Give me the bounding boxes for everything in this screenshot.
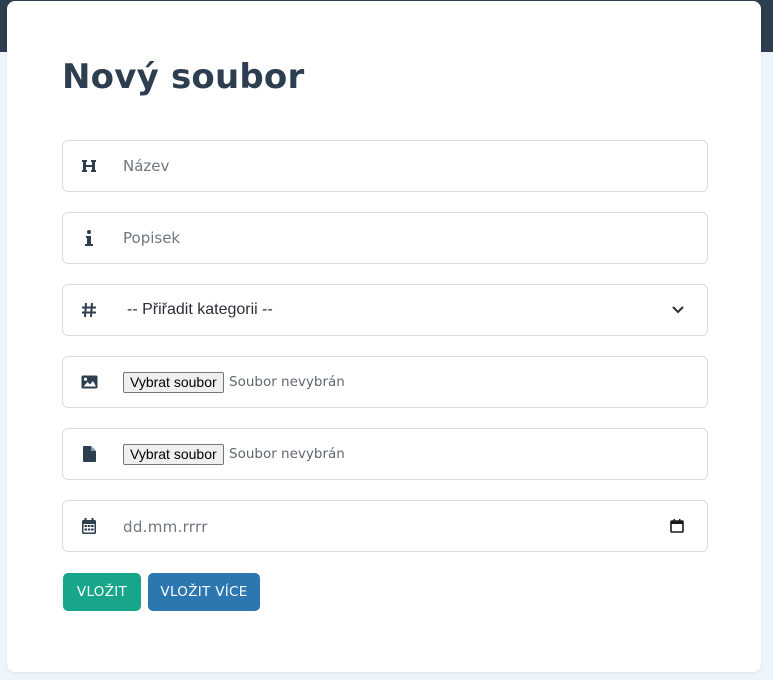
- form-card: Nový soubor Název Popisek -- Přiřadit ka…: [7, 1, 761, 672]
- calendar-picker-icon[interactable]: [669, 518, 685, 534]
- description-field[interactable]: Popisek: [62, 212, 708, 264]
- page-title: Nový soubor: [62, 57, 305, 97]
- document-file-field: Vybrat soubor Soubor nevybrán: [62, 428, 708, 480]
- image-file-status: Soubor nevybrán: [229, 374, 345, 390]
- submit-more-button[interactable]: VLOŽIT VÍCE: [148, 573, 260, 611]
- heading-icon: [79, 155, 99, 177]
- name-field[interactable]: Název: [62, 140, 708, 192]
- hashtag-icon: [79, 299, 99, 321]
- calendar-icon: [79, 515, 99, 537]
- name-input[interactable]: Název: [123, 157, 169, 175]
- description-input[interactable]: Popisek: [123, 229, 180, 247]
- image-choose-file-button[interactable]: Vybrat soubor: [123, 372, 224, 393]
- date-field[interactable]: dd.mm.rrrr: [62, 500, 708, 552]
- date-input[interactable]: dd.mm.rrrr: [123, 518, 208, 536]
- info-icon: [79, 227, 99, 249]
- category-select[interactable]: -- Přiřadit kategorii --: [62, 284, 708, 336]
- category-selected-value: -- Přiřadit kategorii --: [127, 301, 273, 318]
- file-icon: [79, 443, 99, 465]
- document-file-status: Soubor nevybrán: [229, 446, 345, 462]
- image-icon: [79, 371, 99, 393]
- image-file-field: Vybrat soubor Soubor nevybrán: [62, 356, 708, 408]
- submit-button[interactable]: VLOŽIT: [63, 573, 141, 611]
- document-choose-file-button[interactable]: Vybrat soubor: [123, 444, 224, 465]
- chevron-down-icon[interactable]: [671, 301, 685, 319]
